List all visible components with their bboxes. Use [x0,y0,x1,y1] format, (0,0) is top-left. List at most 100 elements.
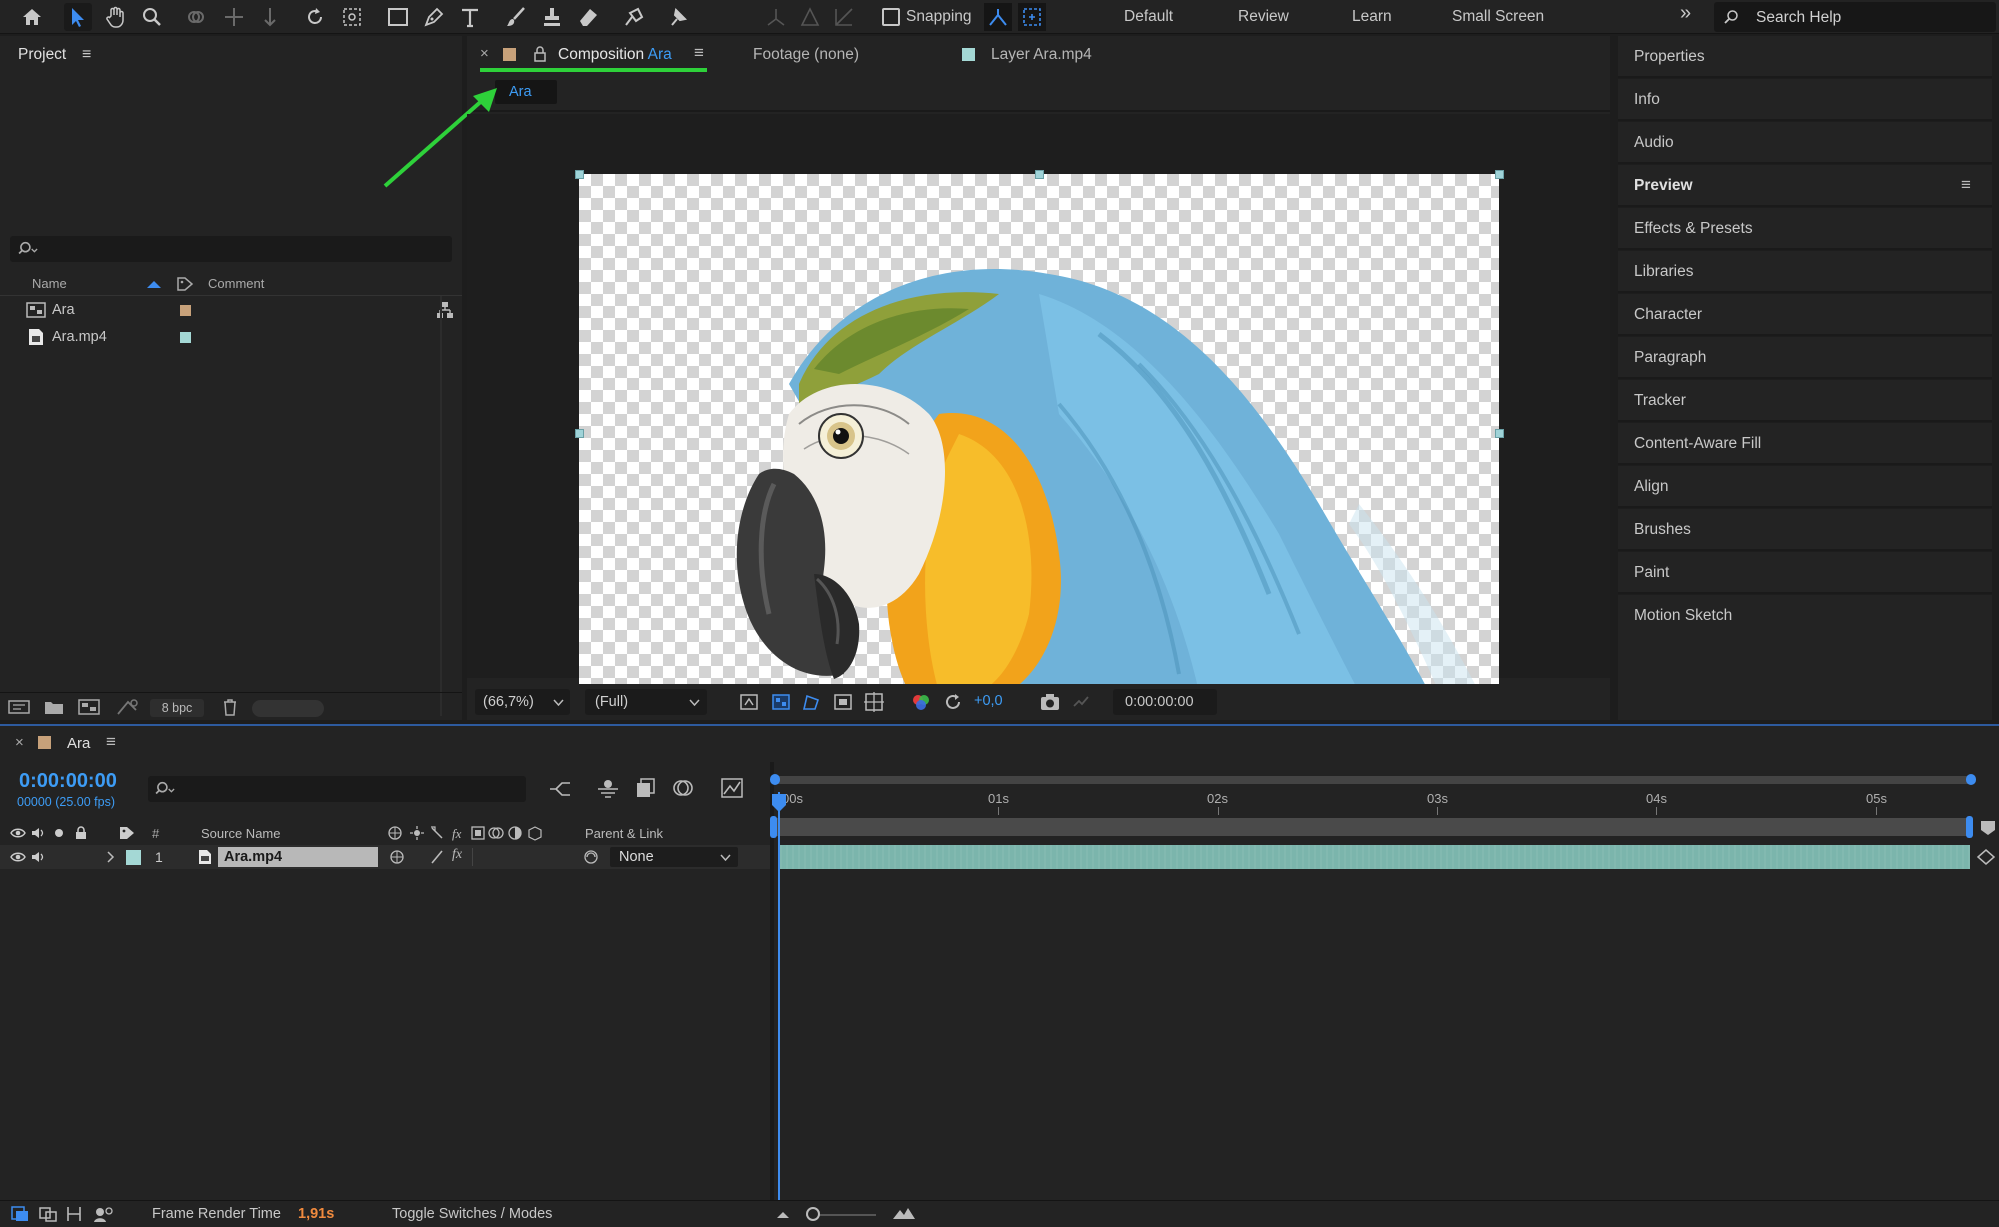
eye-icon[interactable] [10,827,26,839]
transform-handle[interactable] [1035,170,1044,179]
snapping-checkbox[interactable] [882,8,900,26]
quality-switch-icon[interactable] [430,849,444,865]
project-item-row[interactable]: Ara.mp4 [0,324,462,350]
interpret-footage-icon[interactable] [8,699,30,715]
graph-editor-icon[interactable] [720,777,744,799]
eraser-tool-icon[interactable] [574,3,602,31]
workspace-default[interactable]: Default [1124,8,1173,26]
navigator-start-handle[interactable] [770,774,780,785]
new-composition-icon[interactable] [78,698,100,716]
playhead-handle-icon[interactable] [771,793,787,813]
panel-brushes[interactable]: Brushes [1618,509,1992,551]
label-color-swatch[interactable] [180,305,191,316]
navigator-end-handle[interactable] [1966,774,1976,785]
thumbnail-size-slider[interactable] [252,700,324,717]
layer-end-handle-icon[interactable] [1976,847,1996,867]
render-time-pane-icon[interactable] [92,1205,114,1223]
panel-audio[interactable]: Audio [1618,122,1992,164]
solo-icon[interactable] [54,828,64,838]
label-tag-icon[interactable] [176,276,194,292]
dolly-camera-icon[interactable] [256,3,284,31]
transform-handle[interactable] [1495,170,1504,179]
close-tab-icon[interactable]: × [480,45,489,62]
work-area-end-handle[interactable] [1966,816,1973,838]
lock-icon[interactable] [533,46,547,62]
layer-switches-pane-icon[interactable] [10,1205,30,1223]
zoom-out-icon[interactable] [776,1209,790,1219]
timeline-tab-title[interactable]: Ara [67,735,90,752]
brush-tool-icon[interactable] [502,3,530,31]
color-channels-icon[interactable] [911,692,931,712]
trash-icon[interactable] [222,698,238,716]
viewer-canvas-area[interactable] [467,114,1610,697]
shy-switch-icon[interactable] [388,849,406,865]
workspace-review[interactable]: Review [1238,8,1289,26]
clone-stamp-icon[interactable] [538,3,566,31]
tab-composition[interactable]: Composition Ara [558,46,672,64]
panel-paragraph[interactable]: Paragraph [1618,337,1992,379]
workspace-small-screen[interactable]: Small Screen [1452,8,1544,26]
tab-footage[interactable]: Footage (none) [753,46,859,64]
expand-chevron-icon[interactable] [106,851,116,863]
mask-visibility-icon[interactable] [801,692,821,712]
timeline-menu-icon[interactable]: ≡ [106,732,116,752]
time-navigator-bar[interactable] [774,776,1974,784]
layer-row[interactable]: 1 Ara.mp4 fx None [0,845,772,869]
panel-menu-icon[interactable]: ≡ [1961,175,1971,195]
zoom-tool-icon[interactable] [138,3,166,31]
puppet-pin-icon[interactable] [664,3,692,31]
project-item-row[interactable]: Ara [0,297,462,323]
audio-speaker-icon[interactable] [30,850,46,864]
sort-ascending-icon[interactable] [146,279,162,289]
pen-tool-icon[interactable] [420,3,448,31]
search-help-field[interactable]: Search Help [1714,2,1996,32]
work-area-start-handle[interactable] [770,816,777,838]
name-column-header[interactable]: Name [32,276,67,291]
hide-shy-layers-icon[interactable] [634,777,656,799]
pan-behind-icon[interactable] [338,3,366,31]
more-workspaces-icon[interactable]: » [1680,2,1691,25]
timeline-timecode[interactable]: 0:00:00:00 [19,770,117,793]
panel-properties[interactable]: Properties [1618,36,1992,78]
current-time-field[interactable]: 0:00:00:00 [1113,689,1217,715]
panel-info[interactable]: Info [1618,79,1992,121]
timeline-search-input[interactable] [148,776,526,802]
panel-libraries[interactable]: Libraries [1618,251,1992,293]
snap-edges-icon[interactable] [984,3,1012,31]
close-tab-icon[interactable]: × [15,734,24,751]
eye-icon[interactable] [10,851,26,863]
layer-label-color[interactable] [126,850,141,865]
transform-handle[interactable] [575,429,584,438]
rotation-tool-icon[interactable] [301,3,329,31]
transparency-grid-icon[interactable] [771,692,791,712]
pan-camera-icon[interactable] [220,3,248,31]
fast-previews-icon[interactable] [739,692,759,712]
panel-paint[interactable]: Paint [1618,552,1992,594]
flowchart-icon[interactable] [436,301,454,319]
composition-frame[interactable] [579,174,1499,692]
grid-guides-icon[interactable] [863,691,885,713]
hand-tool-icon[interactable] [102,3,130,31]
composition-flowchart-icon[interactable] [548,778,572,800]
layer-name-field[interactable]: Ara.mp4 [218,847,378,867]
panel-character[interactable]: Character [1618,294,1992,336]
playhead-line[interactable] [778,792,780,1206]
new-folder-icon[interactable] [44,699,64,715]
panel-motion-sketch[interactable]: Motion Sketch [1618,595,1992,720]
show-snapshot-icon[interactable] [1071,692,1091,712]
toggle-switches-modes-button[interactable]: Toggle Switches / Modes [392,1206,552,1222]
project-search-input[interactable] [10,236,452,262]
project-scrollbar[interactable] [440,296,442,716]
label-color-swatch[interactable] [180,332,191,343]
transfer-controls-pane-icon[interactable] [38,1205,58,1223]
transform-handle[interactable] [575,170,584,179]
source-name-header[interactable]: Source Name [201,826,280,841]
timeline-zoom-slider-thumb[interactable] [806,1207,820,1221]
selection-tool-icon[interactable] [64,3,92,31]
comp-marker-bin-icon[interactable] [1979,820,1997,836]
effects-switch-icon[interactable]: fx [452,847,462,863]
draft-3d-icon[interactable] [596,777,620,799]
pick-whip-icon[interactable] [582,849,600,865]
comment-column-header[interactable]: Comment [208,276,264,291]
project-settings-icon[interactable] [116,698,140,716]
